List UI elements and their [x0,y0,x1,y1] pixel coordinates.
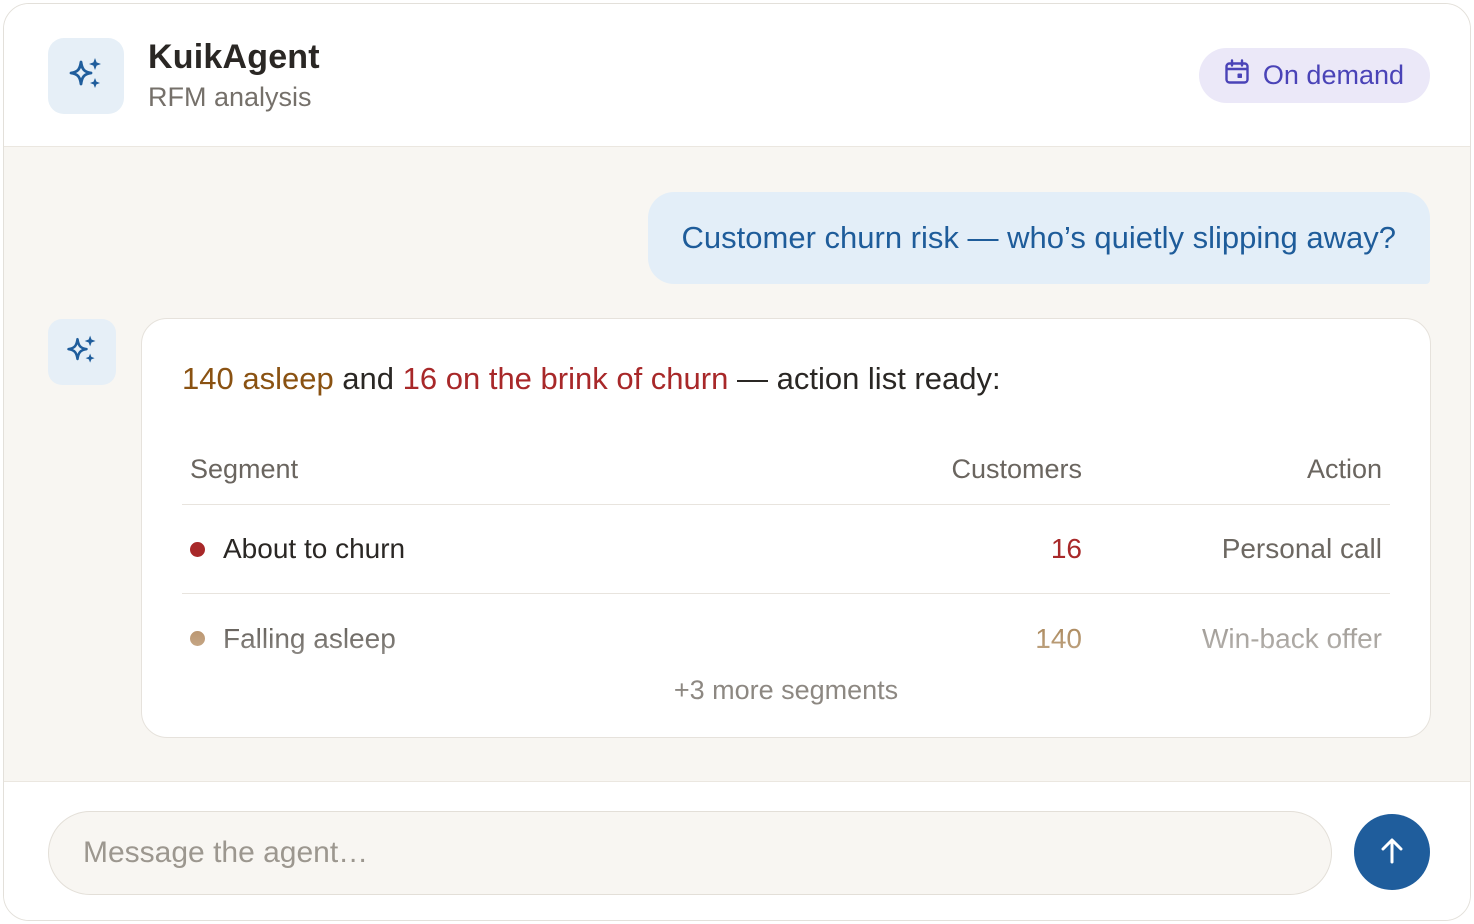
user-message-text: Customer churn risk — who’s quietly slip… [681,220,1396,255]
arrow-up-icon [1376,835,1408,870]
composer [4,781,1470,920]
action-cell: Win-back offer [1202,594,1382,683]
send-button[interactable] [1354,814,1430,890]
segment-cell: Falling asleep [190,594,396,683]
more-segments-link[interactable]: +3 more segments [142,675,1430,706]
asleep-count-highlight: 140 asleep [182,361,334,396]
segment-cell: About to churn [190,505,405,593]
app-title: KuikAgent [148,38,320,76]
segment-name: Falling asleep [223,622,396,654]
calendar-icon [1223,58,1251,93]
column-header-customers: Customers [951,454,1082,484]
churn-count-highlight: 16 on the brink of churn [402,361,729,396]
message-input[interactable] [48,811,1332,895]
header: KuikAgent RFM analysis On demand [4,4,1470,147]
app-logo [48,38,124,114]
column-header-action: Action [1306,454,1382,484]
summary-tail: — action list ready: [728,361,1001,396]
agent-summary: 140 asleep and 16 on the brink of churn … [182,361,1001,397]
sparkles-icon [64,332,100,373]
segment-table: Segment Customers Action About to churn … [182,435,1390,683]
status-dot [190,541,205,557]
action-label: Win-back offer [1202,622,1382,654]
app-subtitle: RFM analysis [148,82,312,112]
agent-window: KuikAgent RFM analysis On demand Custome… [3,3,1471,921]
action-label: Personal call [1221,533,1382,564]
table-row: Falling asleep 140 Win-back offer [182,594,1390,683]
schedule-button[interactable]: On demand [1198,48,1430,103]
customers-cell: 16 [1051,505,1082,593]
user-message: Customer churn risk — who’s quietly slip… [647,192,1430,284]
sparkles-icon [66,54,106,99]
action-cell: Personal call [1222,505,1382,593]
customer-count: 140 [1035,622,1082,654]
summary-connector: and [333,361,403,396]
status-dot [190,631,205,646]
table-header: Segment Customers Action [182,435,1390,505]
conversation: Customer churn risk — who’s quietly slip… [4,147,1470,781]
customer-count: 16 [1050,533,1082,564]
column-header-segment: Segment [190,454,299,484]
table-row: About to churn 16 Personal call [182,505,1390,594]
customers-cell: 140 [1035,594,1082,683]
segment-name: About to churn [223,533,406,564]
agent-avatar [48,319,116,385]
schedule-label: On demand [1262,60,1404,90]
agent-response-card: 140 asleep and 16 on the brink of churn … [141,318,1431,738]
